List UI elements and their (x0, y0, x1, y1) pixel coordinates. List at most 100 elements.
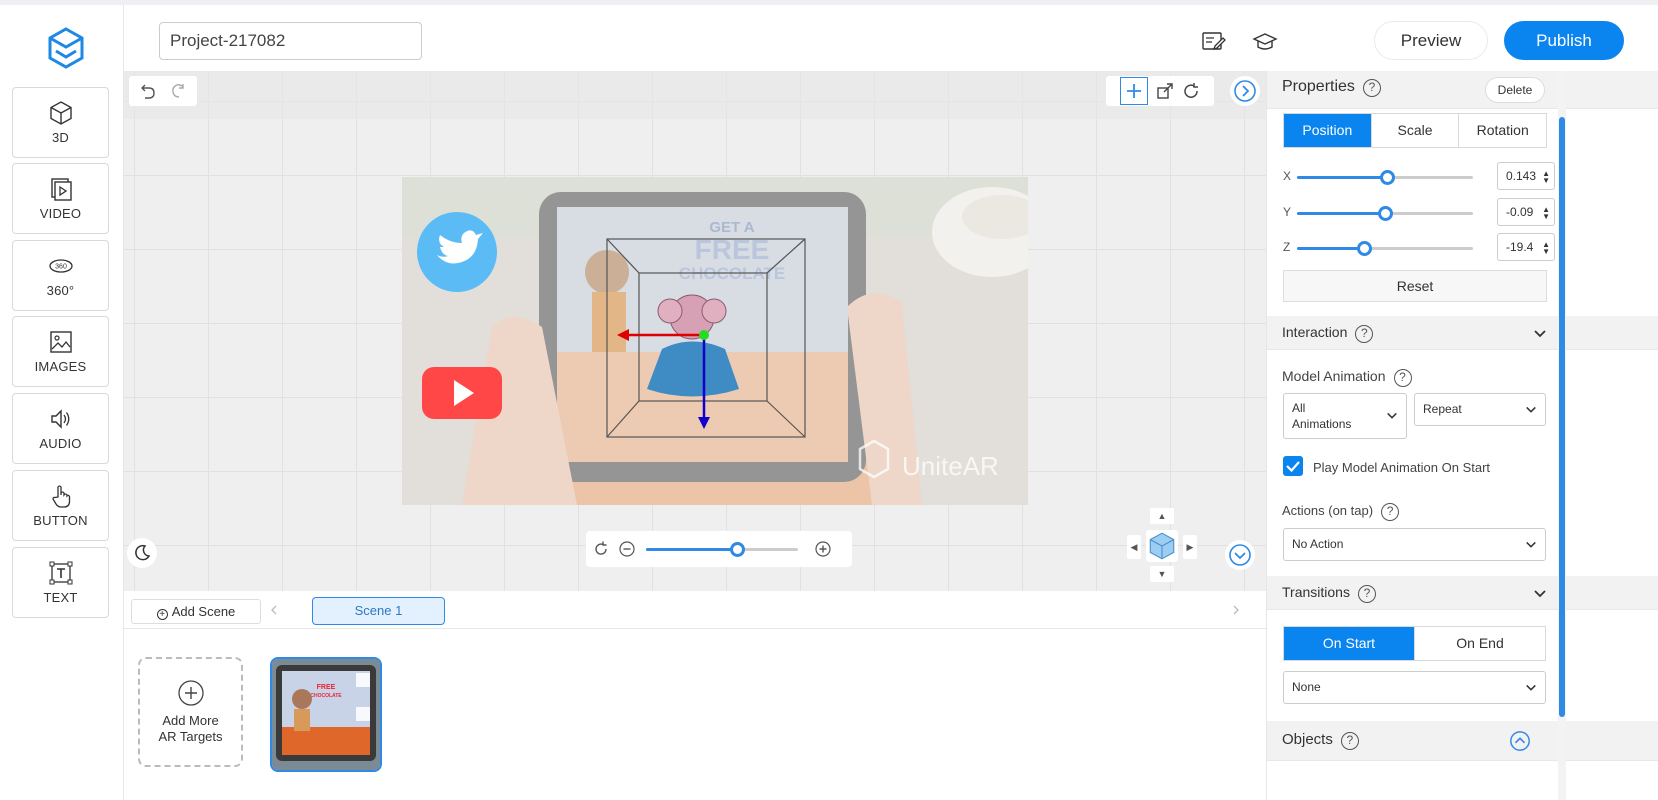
axis-x-label: X (1283, 169, 1292, 183)
tool-button-button[interactable]: BUTTON (12, 470, 109, 541)
objects-section-header[interactable]: Objects? (1267, 721, 1658, 761)
chevron-down-icon[interactable] (1533, 327, 1547, 341)
tab-scale[interactable]: Scale (1372, 114, 1460, 147)
scene-bar: + Add Scene Scene 1 (124, 591, 1266, 629)
plus-circle-icon (177, 680, 204, 706)
help-icon[interactable]: ? (1393, 369, 1412, 387)
transition-select[interactable]: None (1283, 671, 1546, 704)
transform-mode-tabs: Position Scale Rotation (1283, 113, 1547, 148)
tool-3d-label: 3D (51, 130, 70, 145)
position-z-row: Z -19.4 ▲ ▼ (1283, 233, 1555, 263)
expand-down-button[interactable] (1225, 540, 1255, 570)
hand-pointer-icon (51, 485, 70, 508)
chevron-up-circle-icon[interactable] (1509, 730, 1531, 752)
help-icon[interactable]: ? (1357, 585, 1376, 603)
position-z-input[interactable]: -19.4 ▲ ▼ (1497, 233, 1555, 261)
help-icon[interactable]: ? (1362, 79, 1381, 97)
video-icon (50, 178, 72, 201)
move-tool-button[interactable] (1120, 77, 1148, 105)
animation-select[interactable]: All Animations (1283, 393, 1407, 439)
checkmark-icon (1286, 461, 1300, 473)
tab-position[interactable]: Position (1284, 114, 1372, 147)
tool-images-button[interactable]: IMAGES (12, 316, 109, 387)
chevron-down-icon (1526, 406, 1536, 413)
tool-video-button[interactable]: VIDEO (12, 163, 109, 234)
reset-button[interactable]: Reset (1283, 270, 1547, 302)
nav-up-button[interactable]: ▲ (1150, 508, 1174, 524)
transitions-section-header[interactable]: Transitions? (1267, 576, 1658, 610)
publish-button[interactable]: Publish (1504, 21, 1624, 60)
panel-scrollbar[interactable] (1558, 71, 1566, 800)
spinner-icon[interactable]: ▲ ▼ (1542, 170, 1550, 185)
slider-knob[interactable] (1356, 241, 1372, 256)
tool-text-button[interactable]: TEXT (12, 547, 109, 618)
help-icon[interactable]: ? (1355, 325, 1374, 343)
image-icon (49, 331, 72, 353)
editor-canvas[interactable]: GET A FREE CHOCOLATE UniteAR ▲ ◀ ▶ ▼ (124, 71, 1266, 591)
help-icon[interactable]: ? (1381, 503, 1400, 521)
notes-icon[interactable] (1200, 29, 1226, 55)
nav-down-button[interactable]: ▼ (1150, 566, 1174, 582)
position-x-row: X 0.143 ▲ ▼ (1283, 162, 1555, 192)
scene-prev-chevron-icon[interactable] (268, 604, 280, 616)
position-y-slider[interactable] (1297, 206, 1473, 221)
chevron-right-circle-icon (1234, 80, 1256, 102)
spinner-icon[interactable]: ▲ ▼ (1542, 241, 1550, 256)
repeat-select[interactable]: Repeat (1414, 393, 1546, 426)
position-x-input[interactable]: 0.143 ▲ ▼ (1497, 162, 1555, 190)
zoom-slider[interactable] (646, 542, 798, 557)
zoom-slider-knob[interactable] (730, 542, 746, 557)
zoom-in-icon[interactable] (814, 540, 832, 558)
nav-cube-icon[interactable] (1146, 530, 1178, 562)
tool-images-label: IMAGES (34, 359, 87, 374)
collapse-panel-button[interactable] (1230, 76, 1260, 106)
slider-knob[interactable] (1379, 170, 1395, 185)
tool-3d-button[interactable]: 3D (12, 87, 109, 158)
position-z-slider[interactable] (1297, 241, 1473, 256)
chevron-down-icon[interactable] (1533, 587, 1547, 601)
scene-next-chevron-icon[interactable] (1230, 604, 1242, 616)
tab-rotation[interactable]: Rotation (1459, 114, 1546, 147)
scale-tool-icon[interactable] (1156, 82, 1174, 100)
rotate-tool-icon[interactable] (1182, 82, 1200, 100)
help-icon[interactable]: ? (1340, 732, 1359, 750)
position-x-slider[interactable] (1297, 170, 1473, 185)
position-y-row: Y -0.09 ▲ ▼ (1283, 198, 1555, 228)
scene-tab-1[interactable]: Scene 1 (312, 597, 445, 625)
add-ar-targets-button[interactable]: Add More AR Targets (138, 657, 243, 767)
ar-target-thumbnail[interactable]: FREE CHOCOLATE (270, 657, 382, 772)
slider-knob[interactable] (1378, 206, 1393, 221)
delete-button[interactable]: Delete (1485, 77, 1545, 103)
ar-target-illustration: GET A FREE CHOCOLATE UniteAR (402, 177, 1028, 505)
top-header: Project-217082 Preview Publish (124, 5, 1658, 71)
ar-target-image[interactable]: GET A FREE CHOCOLATE UniteAR (402, 177, 1028, 505)
dark-mode-toggle[interactable] (127, 538, 157, 568)
nav-right-button[interactable]: ▶ (1183, 535, 1197, 559)
project-name-input[interactable]: Project-217082 (159, 22, 422, 60)
unitear-watermark: UniteAR (902, 451, 999, 481)
play-on-start-checkbox[interactable] (1283, 456, 1303, 476)
tab-on-end[interactable]: On End (1415, 627, 1545, 660)
scrollbar-thumb[interactable] (1559, 117, 1565, 717)
tutorial-graduation-cap-icon[interactable] (1252, 29, 1278, 55)
tool-360-button[interactable]: 360 360° (12, 240, 109, 311)
spinner-icon[interactable]: ▲ ▼ (1542, 206, 1550, 221)
tab-on-start[interactable]: On Start (1284, 627, 1415, 660)
undo-icon[interactable] (139, 82, 157, 100)
app-logo-icon[interactable] (48, 27, 84, 69)
tool-button-label: BUTTON (33, 513, 88, 528)
reset-view-icon[interactable] (592, 540, 610, 558)
play-on-start-label[interactable]: Play Model Animation On Start (1313, 460, 1490, 475)
nav-left-button[interactable]: ◀ (1127, 535, 1141, 559)
redo-icon[interactable] (169, 82, 187, 100)
move-crosshair-icon (1127, 84, 1141, 98)
tool-audio-button[interactable]: AUDIO (12, 393, 109, 464)
add-scene-button[interactable]: + Add Scene (131, 599, 261, 624)
360-icon: 360 (48, 259, 73, 273)
zoom-out-icon[interactable] (618, 540, 636, 558)
position-y-input[interactable]: -0.09 ▲ ▼ (1497, 198, 1555, 226)
preview-button[interactable]: Preview (1374, 21, 1488, 60)
interaction-section-header[interactable]: Interaction? (1267, 316, 1658, 350)
tool-text-label: TEXT (43, 590, 78, 605)
actions-select[interactable]: No Action (1283, 528, 1546, 561)
